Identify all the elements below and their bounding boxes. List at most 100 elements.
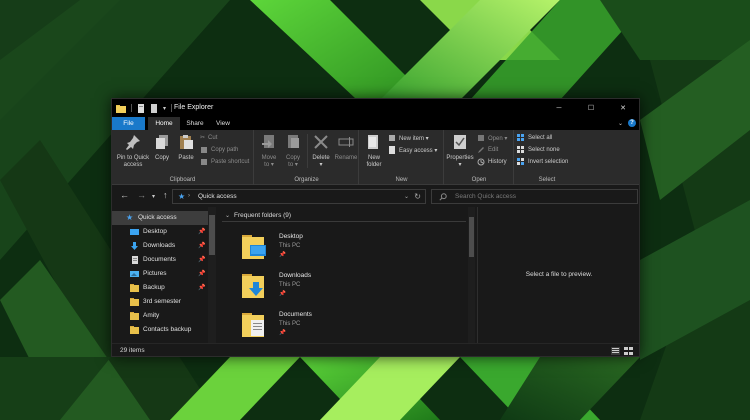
easy-access-icon — [389, 146, 395, 154]
navigation-pane: ★ Quick access Desktop 📌 Downloads 📌 Doc… — [112, 207, 216, 343]
copy-button[interactable]: Copy — [152, 134, 172, 162]
content-pane: ⌄ Frequent folders (9) Desktop This PC 📌… — [220, 207, 475, 343]
copy-path-button[interactable]: Copy path — [200, 146, 238, 154]
cut-button[interactable]: ✂ Cut — [200, 134, 218, 142]
pin-to-quick-access-button[interactable]: Pin to Quick access — [115, 134, 151, 169]
new-folder-button[interactable]: New folder — [363, 134, 385, 169]
collapse-chevron-icon[interactable]: ⌄ — [225, 212, 230, 219]
qat-separator — [131, 104, 132, 112]
content-scrollbar[interactable] — [468, 207, 475, 343]
address-dropdown-icon[interactable]: ⌄ — [404, 193, 409, 200]
cut-label: Cut — [208, 134, 218, 141]
group-header-label: Frequent folders (9) — [234, 212, 292, 219]
select-all-button[interactable]: Select all — [517, 134, 552, 142]
select-group-label: Select — [538, 177, 556, 183]
frequent-folders-header[interactable]: ⌄ Frequent folders (9) — [222, 211, 466, 222]
view-toggle — [611, 347, 633, 355]
forward-arrow-icon[interactable]: → — [137, 191, 146, 200]
tab-home[interactable]: Home — [148, 117, 180, 130]
properties-icon[interactable] — [137, 103, 145, 113]
select-all-icon — [517, 134, 524, 141]
tab-share[interactable]: Share — [182, 117, 208, 130]
organize-separator — [307, 134, 308, 168]
refresh-icon[interactable]: ↻ — [414, 192, 421, 201]
search-field[interactable]: Search Quick access — [431, 189, 638, 204]
content-scrollbar-thumb[interactable] — [469, 217, 474, 257]
move-to-button[interactable]: Move to ▾ — [259, 134, 279, 169]
nav-item-desktop[interactable]: Desktop 📌 — [112, 225, 208, 239]
nav-item-quick-access[interactable]: ★ Quick access — [112, 211, 208, 225]
open-button[interactable]: Open ▾ — [477, 134, 507, 142]
large-icons-view-icon[interactable] — [624, 347, 633, 355]
folder-item-downloads[interactable]: Downloads This PC 📌 — [242, 270, 362, 306]
folder-item-documents[interactable]: Documents This PC 📌 — [242, 309, 362, 343]
nav-item-label: Contacts backup — [143, 326, 192, 333]
status-bar: 29 items — [112, 343, 639, 356]
paste-shortcut-button[interactable]: Paste shortcut — [200, 158, 249, 166]
tab-view[interactable]: View — [210, 117, 236, 130]
rename-button[interactable]: Rename — [334, 134, 358, 162]
nav-scrollbar-thumb[interactable] — [209, 215, 215, 255]
nav-item-amity[interactable]: Amity — [112, 309, 208, 323]
new-group: New folder New item ▾ Easy access ▾ New — [360, 130, 444, 185]
new-folder-icon[interactable] — [150, 103, 158, 113]
details-view-icon[interactable] — [611, 347, 620, 355]
copy-to-button[interactable]: Copy to ▾ — [283, 134, 303, 169]
invert-selection-button[interactable]: Invert selection — [517, 158, 568, 166]
ribbon-right-controls: ⌄ ? — [618, 119, 636, 127]
properties-label-line1: Properties — [446, 155, 474, 161]
history-icon — [477, 158, 485, 166]
nav-item-downloads[interactable]: Downloads 📌 — [112, 239, 208, 253]
rename-icon — [338, 137, 354, 147]
nav-item-label: Desktop — [143, 228, 167, 235]
pin-icon: 📌 — [198, 285, 206, 291]
nav-item-backup[interactable]: Backup 📌 — [112, 281, 208, 295]
breadcrumb-chevron-icon[interactable]: › — [188, 193, 190, 199]
ribbon: Pin to Quick access Copy Paste ✂ Cut Cop… — [112, 130, 639, 185]
recent-locations-icon[interactable]: ▾ — [152, 193, 155, 202]
edit-button[interactable]: Edit — [477, 146, 498, 154]
copy-to-label-line1: Copy — [285, 155, 300, 161]
nav-item-pictures[interactable]: Pictures 📌 — [112, 267, 208, 281]
folder-icon — [130, 326, 139, 334]
address-field[interactable]: ★ › Quick access ⌄ ↻ — [172, 189, 426, 204]
download-icon — [131, 242, 138, 250]
copy-label: Copy — [154, 155, 169, 161]
close-button[interactable]: ✕ — [607, 99, 639, 117]
properties-button[interactable]: Properties ▾ — [446, 134, 474, 169]
pin-icon: 📌 — [279, 291, 286, 297]
paste-shortcut-label: Paste shortcut — [211, 159, 250, 165]
title-bar[interactable]: ▾ File Explorer ─ ☐ ✕ — [112, 99, 639, 117]
expand-ribbon-icon[interactable]: ⌄ — [618, 120, 623, 127]
nav-scrollbar[interactable] — [208, 207, 216, 343]
select-none-button[interactable]: Select none — [517, 146, 560, 154]
nav-item-contacts-backup[interactable]: Contacts backup — [112, 323, 208, 337]
history-button[interactable]: History — [477, 158, 507, 166]
new-group-label: New — [395, 177, 408, 183]
delete-button[interactable]: Delete ▾ — [310, 134, 332, 169]
window-controls: ─ ☐ ✕ — [543, 99, 639, 117]
items-count: 29 items — [120, 347, 145, 354]
pictures-icon — [130, 271, 139, 277]
back-arrow-icon[interactable]: ← — [120, 191, 129, 200]
maximize-button[interactable]: ☐ — [575, 99, 607, 117]
tab-file[interactable]: File — [112, 117, 145, 130]
up-arrow-icon[interactable]: ↑ — [163, 191, 168, 200]
help-icon[interactable]: ? — [628, 119, 636, 127]
new-item-button[interactable]: New item ▾ — [388, 134, 429, 142]
paste-button[interactable]: Paste — [175, 134, 197, 162]
qat-customize-icon[interactable]: ▾ — [163, 105, 166, 112]
open-icon — [478, 135, 484, 141]
nav-item-documents[interactable]: Documents 📌 — [112, 253, 208, 267]
nav-item-label: Amity — [143, 312, 160, 319]
folder-item-desktop[interactable]: Desktop This PC 📌 — [242, 231, 362, 267]
minimize-button[interactable]: ─ — [543, 99, 575, 117]
nav-item-3rd-semester[interactable]: 3rd semester — [112, 295, 208, 309]
nav-item-label: 3rd semester — [143, 298, 181, 305]
downloads-folder-icon — [242, 274, 264, 298]
new-folder-label-line1: New — [367, 155, 380, 161]
pin-icon: 📌 — [279, 252, 286, 258]
star-icon: ★ — [178, 192, 186, 201]
easy-access-button[interactable]: Easy access ▾ — [388, 146, 437, 154]
paste-shortcut-icon — [201, 159, 207, 165]
